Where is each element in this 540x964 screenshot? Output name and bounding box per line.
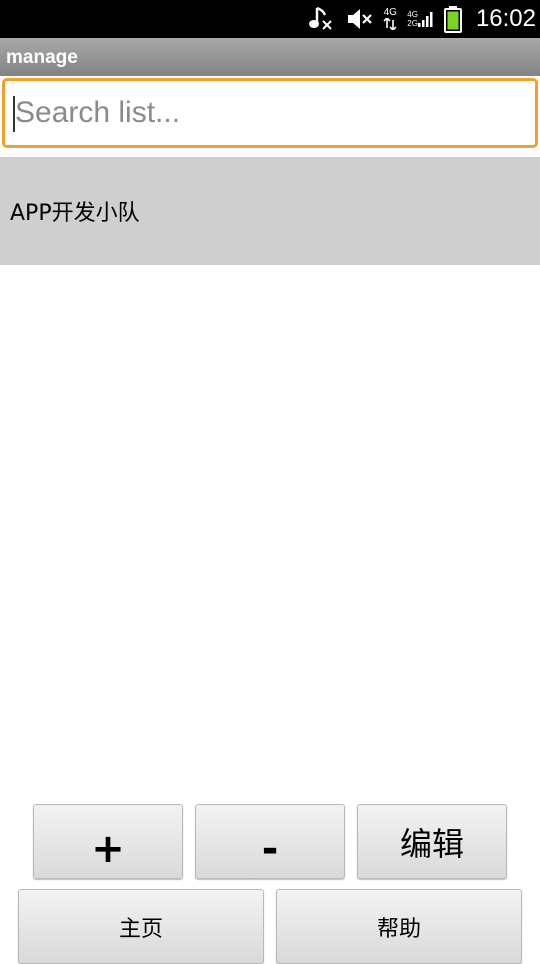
home-button-label: 主页 [118,916,163,942]
add-button[interactable]: + [33,804,183,879]
signal-4g-label: 4G [407,10,418,19]
status-bar: 4G 4G 2G 16:02 [0,0,540,38]
network-4g-icon: 4G [383,0,397,38]
help-button[interactable]: 帮助 [276,889,522,964]
battery-icon [443,0,462,38]
add-button-label: + [91,825,125,872]
remove-button[interactable]: - [195,804,345,879]
status-icons: 4G 4G 2G 16:02 [307,0,540,38]
title-bar: manage [0,38,540,76]
signal-2g-label: 2G [407,19,418,28]
search-container [0,78,540,150]
list-item-label: APP开发小队 [10,201,140,226]
home-button[interactable]: 主页 [18,889,264,964]
edit-button[interactable]: 编辑 [357,804,507,879]
volume-muted-icon [345,0,373,38]
network-type-label: 4G [383,7,397,18]
team-list: APP开发小队 [0,157,540,265]
search-input[interactable] [2,78,538,148]
status-time: 16:02 [475,5,536,32]
music-muted-icon [307,0,335,38]
list-item[interactable]: APP开发小队 [0,157,540,265]
help-button-label: 帮助 [376,916,421,942]
signal-icon: 4G 2G [407,0,434,38]
page-title: manage [6,47,78,68]
remove-button-label: - [261,825,279,872]
text-cursor [13,96,15,132]
edit-button-label: 编辑 [399,824,464,863]
